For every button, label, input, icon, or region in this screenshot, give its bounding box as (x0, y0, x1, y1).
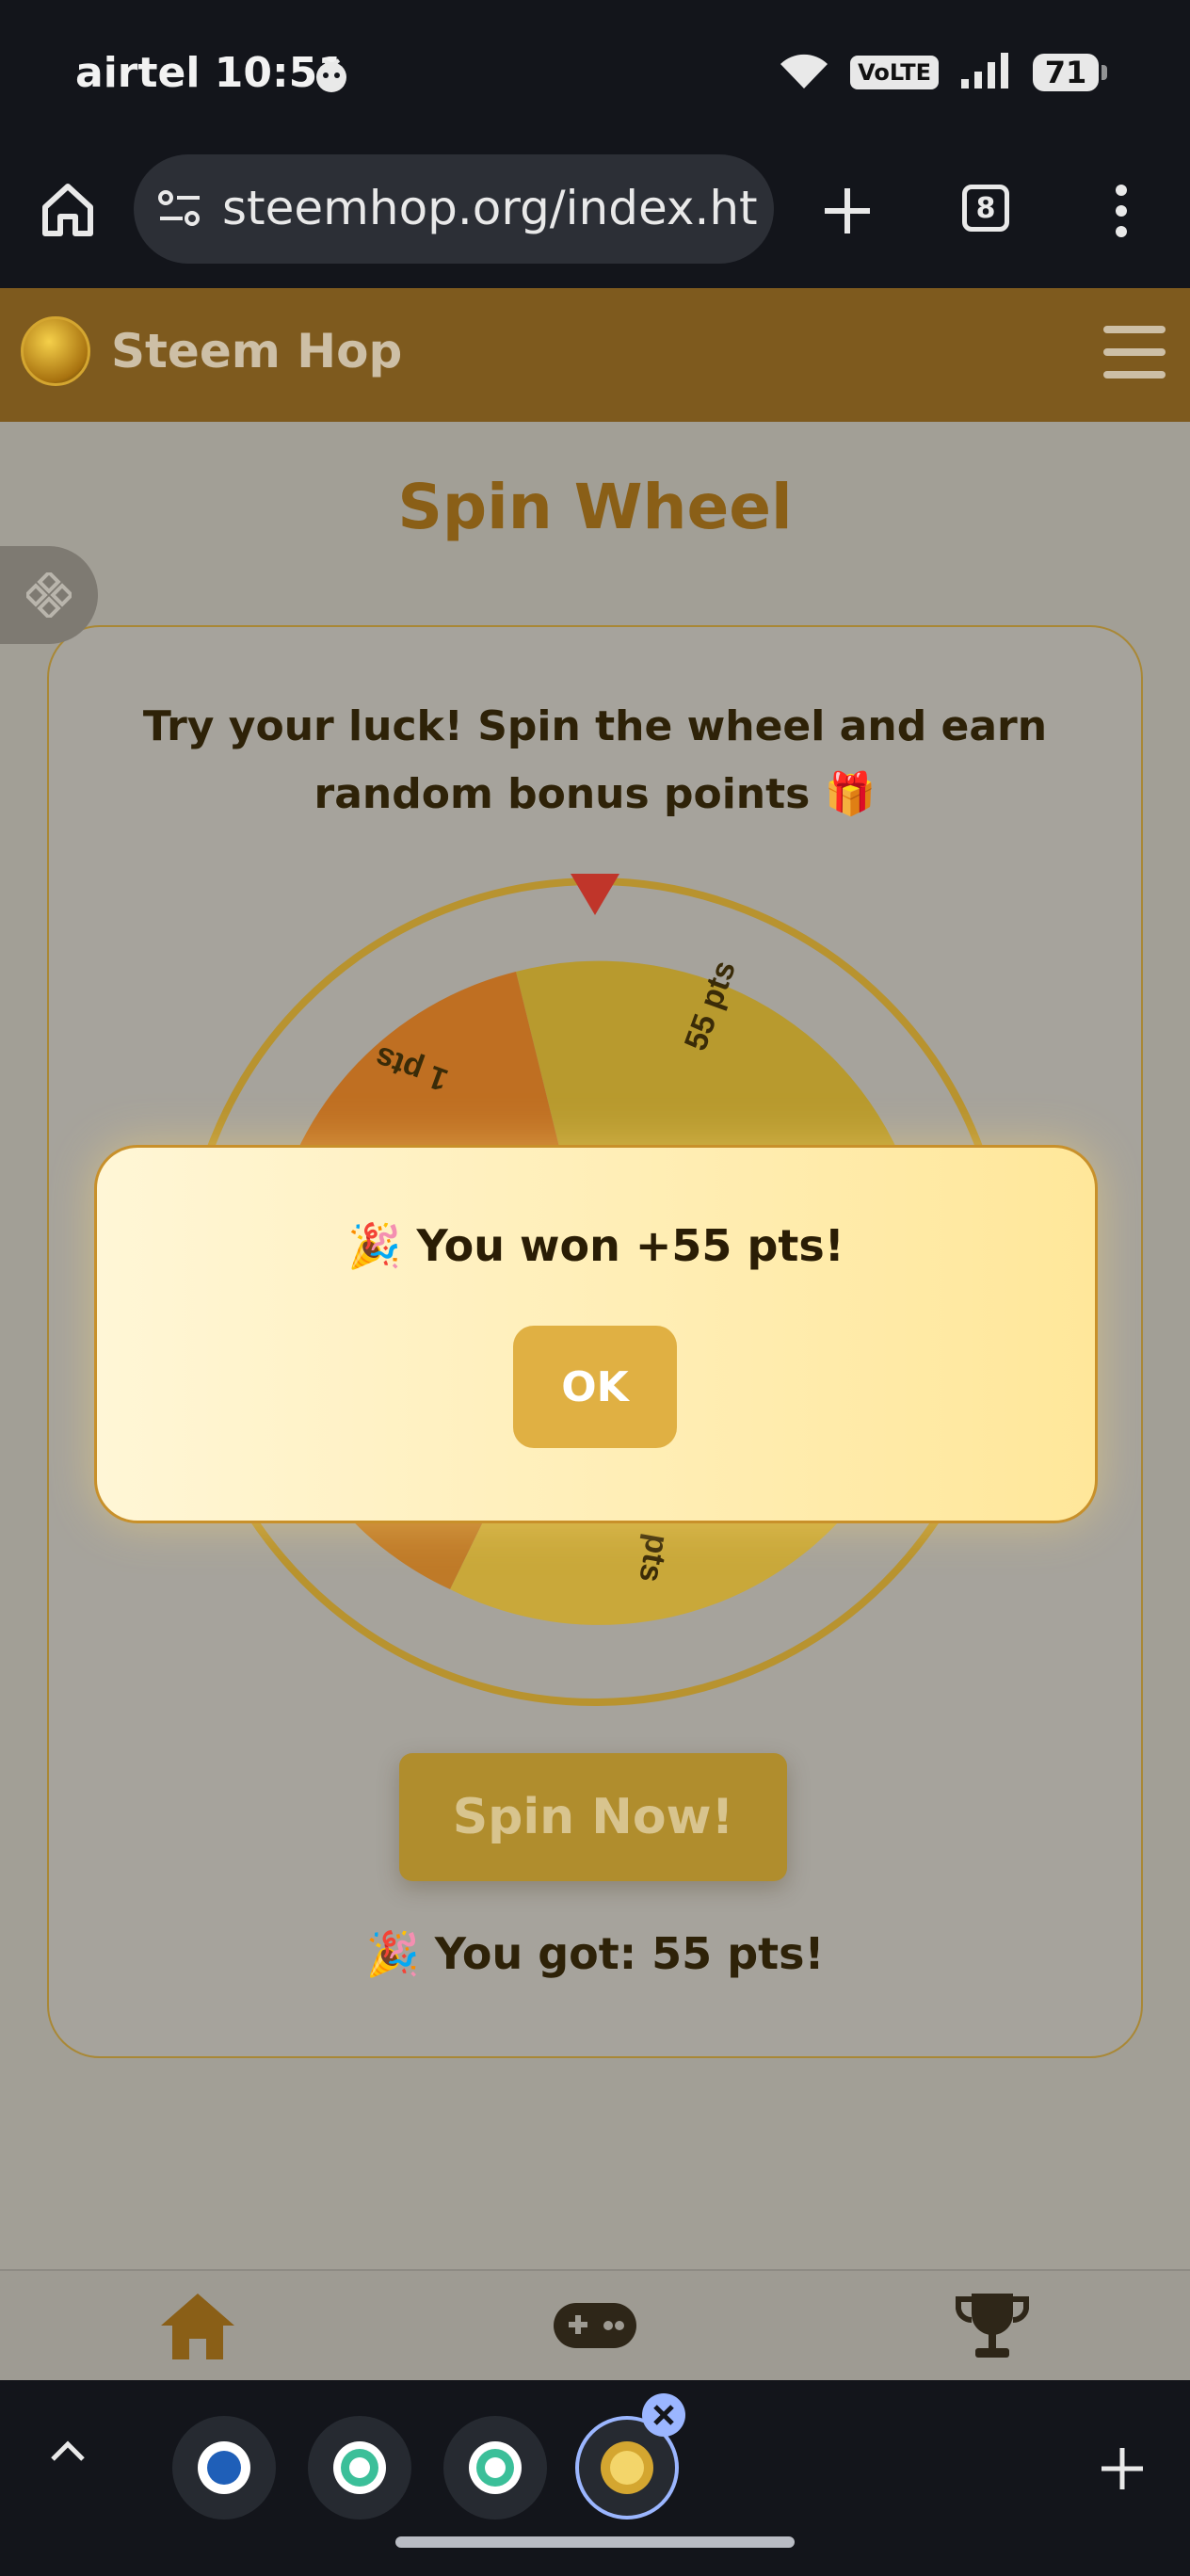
home-icon[interactable] (141, 2278, 254, 2373)
steem-hop-logo[interactable] (21, 316, 90, 386)
site-settings-icon[interactable] (156, 186, 203, 232)
status-icons: VoLTE 71 (779, 51, 1107, 94)
binance-icon[interactable] (24, 570, 74, 620)
hamburger-menu-icon[interactable] (1103, 326, 1166, 378)
battery-indicator: 71 (1033, 54, 1107, 91)
result-text: 🎉 You got: 55 pts! (365, 1928, 825, 1979)
add-tab-icon[interactable] (1098, 2444, 1147, 2493)
tab-switcher-button[interactable]: 8 (962, 185, 1009, 232)
close-tab-icon[interactable] (642, 2393, 685, 2437)
home-browser-icon[interactable] (38, 179, 98, 239)
battery-tip (1102, 65, 1107, 80)
battery-level: 71 (1033, 54, 1099, 91)
page-title: Spin Wheel (397, 471, 793, 543)
spin-now-button[interactable]: Spin Now! (399, 1753, 787, 1881)
tab-favicon-2[interactable] (308, 2416, 411, 2520)
new-tab-icon[interactable] (819, 183, 876, 239)
volte-badge: VoLTE (850, 56, 939, 89)
gamepad-icon[interactable] (539, 2278, 651, 2373)
chevron-up-icon[interactable] (47, 2431, 88, 2472)
trophy-icon[interactable] (936, 2278, 1049, 2373)
wifi-icon (779, 51, 829, 94)
status-carrier-time: airtel 10:51 (75, 49, 346, 97)
gesture-bar[interactable] (395, 2536, 795, 2548)
app-title[interactable]: Steem Hop (111, 324, 402, 378)
tab-favicon-3[interactable] (443, 2416, 547, 2520)
ok-button[interactable]: OK (513, 1326, 677, 1448)
bird-notification-icon (311, 55, 352, 96)
url-text[interactable]: steemhop.org/index.html (222, 181, 759, 235)
tab-favicon-1[interactable] (172, 2416, 276, 2520)
more-menu-icon[interactable] (1107, 181, 1135, 241)
intro-text: Try your luck! Spin the wheel and earn r… (142, 702, 1048, 818)
signal-icon (959, 51, 1012, 94)
win-message: 🎉 You won +55 pts! (347, 1220, 844, 1271)
